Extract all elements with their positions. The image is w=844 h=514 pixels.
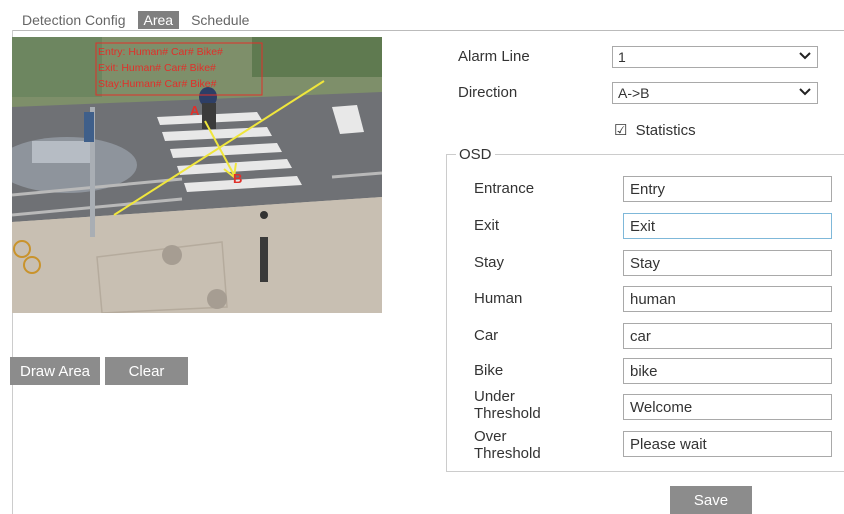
car-label: Car [474,327,499,344]
under-threshold-label-line2: Threshold [474,405,541,422]
exit-input[interactable] [623,213,832,239]
human-label: Human [474,290,523,307]
draw-area-button[interactable]: Draw Area [10,357,100,385]
over-threshold-input[interactable] [623,431,832,457]
tab-divider [12,30,844,31]
over-threshold-label-line2: Threshold [474,445,541,462]
tab-area[interactable]: Area [137,11,180,29]
car-input[interactable] [623,323,832,349]
camera-preview[interactable]: Entry: Human# Car# Bike# Exit: Human# Ca… [12,37,382,313]
overlay-text: Entry: Human# Car# Bike# Exit: Human# Ca… [98,44,223,92]
under-threshold-input[interactable] [623,394,832,420]
human-input[interactable] [623,286,832,312]
under-threshold-label-line1: Under [474,388,515,405]
tab-schedule[interactable]: Schedule [185,11,255,29]
point-a-label: A [190,103,200,118]
direction-label: Direction [458,84,518,101]
stay-input[interactable] [623,250,832,276]
stay-label: Stay [474,254,505,271]
overlay-entry: Entry: Human# Car# Bike# [98,46,223,58]
overlay-stay: Stay:Human# Car# Bike# [98,78,217,90]
entrance-input[interactable] [623,176,832,202]
over-threshold-label-line1: Over [474,428,507,445]
checkbox-checked-icon: ☑ [614,122,628,139]
alarm-line-label: Alarm Line [458,48,530,65]
point-b-label: B [233,171,243,186]
direction-value: A->B [618,85,650,101]
direction-select[interactable]: A->B [612,82,818,104]
chevron-down-icon [799,48,811,65]
alarm-line-value: 1 [618,49,626,65]
osd-legend: OSD [456,146,495,163]
bike-input[interactable] [623,358,832,384]
statistics-label: Statistics [635,122,696,139]
bike-label: Bike [474,362,504,379]
clear-button[interactable]: Clear [105,357,188,385]
alarm-line-select[interactable]: 1 [612,46,818,68]
overlay-exit: Exit: Human# Car# Bike# [98,62,216,74]
chevron-down-icon [799,84,811,101]
under-threshold-label: Under Threshold [474,388,541,422]
exit-label: Exit [474,217,500,234]
statistics-checkbox[interactable]: ☑ Statistics [614,121,696,139]
over-threshold-label: Over Threshold [474,428,541,462]
tab-detection-config[interactable]: Detection Config [16,11,132,29]
entrance-label: Entrance [474,180,535,197]
save-button[interactable]: Save [670,486,752,514]
tab-bar: Detection Config Area Schedule [16,10,261,30]
